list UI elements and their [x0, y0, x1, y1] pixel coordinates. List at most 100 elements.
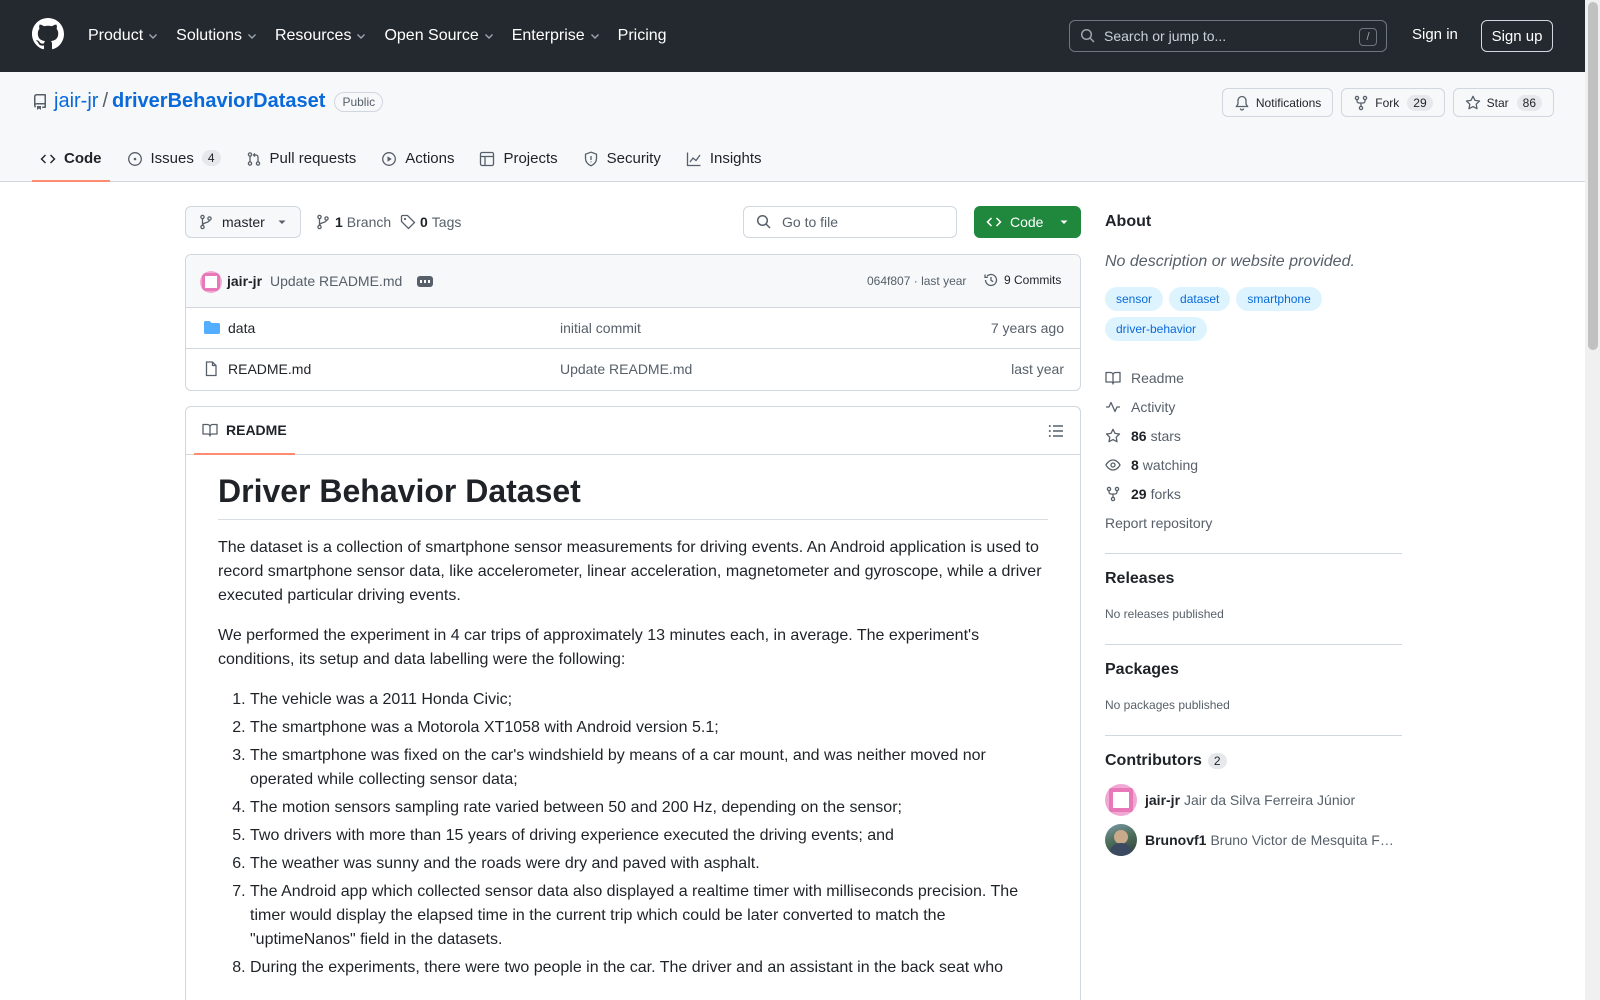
nav-product[interactable]: Product — [88, 24, 159, 48]
tab-projects[interactable]: Projects — [471, 146, 565, 182]
scrollbar-thumb[interactable] — [1588, 2, 1598, 350]
tag-count: 0 — [420, 214, 428, 230]
avatar[interactable] — [200, 271, 222, 293]
chevron-down-icon — [357, 34, 366, 39]
nav-pricing-label: Pricing — [617, 27, 667, 44]
repo-title: jair-jr / driverBehaviorDataset Public — [32, 90, 384, 113]
go-to-file-input[interactable]: Go to file — [743, 206, 957, 238]
list-item: The smartphone was a Motorola XT1058 wit… — [250, 716, 1048, 740]
sign-in-link[interactable]: Sign in — [1412, 26, 1458, 43]
repo-name-link[interactable]: driverBehaviorDataset — [112, 90, 325, 113]
topic-tag[interactable]: driver-behavior — [1105, 317, 1208, 341]
tab-code[interactable]: Code — [32, 146, 110, 182]
shield-icon — [584, 151, 597, 167]
search-input[interactable]: Search or jump to... / — [1069, 20, 1387, 52]
forks-link[interactable]: 29 forks — [1105, 479, 1402, 508]
file-commit-message[interactable]: initial commit — [560, 320, 641, 336]
branch-selector[interactable]: master — [185, 206, 301, 238]
tab-issues[interactable]: Issues 4 — [119, 146, 229, 182]
ellipsis-icon[interactable] — [417, 276, 433, 287]
file-commit-date: last year — [1011, 361, 1064, 377]
contributor-login[interactable]: Brunovf1 — [1145, 832, 1206, 848]
nav-enterprise[interactable]: Enterprise — [512, 24, 601, 48]
stars-link[interactable]: 86 stars — [1105, 421, 1402, 450]
tab-issues-count: 4 — [201, 150, 221, 166]
tab-code-label: Code — [64, 150, 102, 167]
nav-enterprise-label: Enterprise — [511, 27, 585, 44]
tab-security[interactable]: Security — [575, 146, 669, 182]
github-logo-icon[interactable] — [32, 18, 64, 50]
about-links: Readme Activity 86 stars 8 watching 29 f… — [1105, 363, 1402, 537]
readme-link[interactable]: Readme — [1105, 363, 1402, 392]
search-placeholder: Search or jump to... — [1104, 28, 1227, 44]
repo-separator: / — [102, 90, 108, 112]
commits-link[interactable]: 9 Commits — [983, 272, 1061, 288]
file-name-link[interactable]: README.md — [228, 361, 311, 377]
search-shortcut-key: / — [1359, 28, 1377, 46]
commit-separator: · — [913, 274, 918, 288]
nav-pricing[interactable]: Pricing — [618, 24, 667, 48]
watching-label: watching — [1142, 456, 1199, 473]
fork-button[interactable]: Fork 29 — [1341, 88, 1445, 117]
topic-tag[interactable]: dataset — [1169, 287, 1231, 311]
graph-icon — [686, 152, 701, 167]
file-toolbar: master 1 Branch 0 Tags Go to file Code — [185, 206, 1081, 238]
topic-tag[interactable]: sensor — [1105, 287, 1164, 311]
forks-label: forks — [1150, 485, 1181, 502]
notifications-button[interactable]: Notifications — [1221, 88, 1334, 117]
file-browser: jair-jr Update README.md 064f807 · last … — [185, 254, 1081, 391]
avatar[interactable] — [1105, 824, 1137, 856]
tab-pull-requests[interactable]: Pull requests — [238, 146, 365, 182]
contributors-section: Contributors 2 jair-jr Jair da Silva Ferr… — [1105, 736, 1402, 860]
nav-solutions[interactable]: Solutions — [176, 24, 258, 48]
tab-issues-label: Issues — [150, 150, 194, 167]
commit-message-link[interactable]: Update README.md — [270, 273, 402, 289]
search-icon — [1080, 28, 1095, 43]
contributors-heading[interactable]: Contributors 2 — [1105, 752, 1402, 770]
readme-tab[interactable]: README — [194, 407, 295, 455]
visibility-badge: Public — [334, 91, 384, 112]
contributor-login[interactable]: jair-jr — [1145, 792, 1180, 808]
repo-tabs: Code Issues 4 Pull requests Actions Proj… — [32, 146, 779, 182]
avatar[interactable] — [1105, 784, 1137, 816]
code-icon — [40, 154, 56, 164]
tab-insights[interactable]: Insights — [678, 146, 770, 182]
report-repository-link[interactable]: Report repository — [1105, 508, 1402, 537]
code-dropdown-button[interactable]: Code — [974, 206, 1081, 238]
activity-link[interactable]: Activity — [1105, 392, 1402, 421]
fork-label: Fork — [1375, 95, 1400, 110]
packages-heading[interactable]: Packages — [1105, 661, 1402, 679]
avatar-body — [1110, 843, 1132, 856]
list-icon[interactable] — [1048, 423, 1064, 439]
table-row[interactable]: data initial commit 7 years ago — [186, 308, 1080, 349]
watching-link[interactable]: 8 watching — [1105, 450, 1402, 479]
nav-resources[interactable]: Resources — [275, 24, 367, 48]
nav-solutions-label: Solutions — [176, 27, 242, 44]
releases-heading[interactable]: Releases — [1105, 570, 1402, 588]
sign-up-button[interactable]: Sign up — [1481, 20, 1553, 52]
nav-resources-label: Resources — [274, 27, 352, 44]
branch-name: master — [222, 214, 265, 230]
go-to-file-placeholder: Go to file — [782, 214, 839, 230]
star-icon — [1465, 95, 1480, 109]
readme-list: The vehicle was a 2011 Honda Civic; The … — [218, 688, 1048, 980]
tags-link[interactable]: 0 Tags — [400, 214, 461, 230]
tab-insights-label: Insights — [709, 150, 762, 167]
list-item: The Android app which collected sensor d… — [250, 880, 1048, 952]
table-row[interactable]: README.md Update README.md last year — [186, 349, 1080, 390]
fork-icon — [1355, 95, 1368, 110]
commit-hash[interactable]: 064f807 — [867, 274, 910, 288]
commit-author-link[interactable]: jair-jr — [227, 273, 262, 289]
branch-icon — [200, 214, 212, 230]
list-item[interactable]: Brunovf1 Bruno Victor de Mesquita Ferrei… — [1105, 820, 1402, 860]
nav-open-source[interactable]: Open Source — [384, 24, 494, 48]
file-commit-message[interactable]: Update README.md — [560, 361, 692, 377]
search-icon — [756, 214, 771, 229]
branches-link[interactable]: 1 Branch — [315, 214, 391, 230]
topic-tag[interactable]: smartphone — [1236, 287, 1322, 311]
tab-actions[interactable]: Actions — [373, 146, 462, 182]
repo-owner-link[interactable]: jair-jr — [54, 90, 98, 113]
file-name-link[interactable]: data — [228, 320, 255, 336]
list-item[interactable]: jair-jr Jair da Silva Ferreira Júnior — [1105, 780, 1402, 820]
star-button[interactable]: Star 86 — [1452, 88, 1554, 117]
